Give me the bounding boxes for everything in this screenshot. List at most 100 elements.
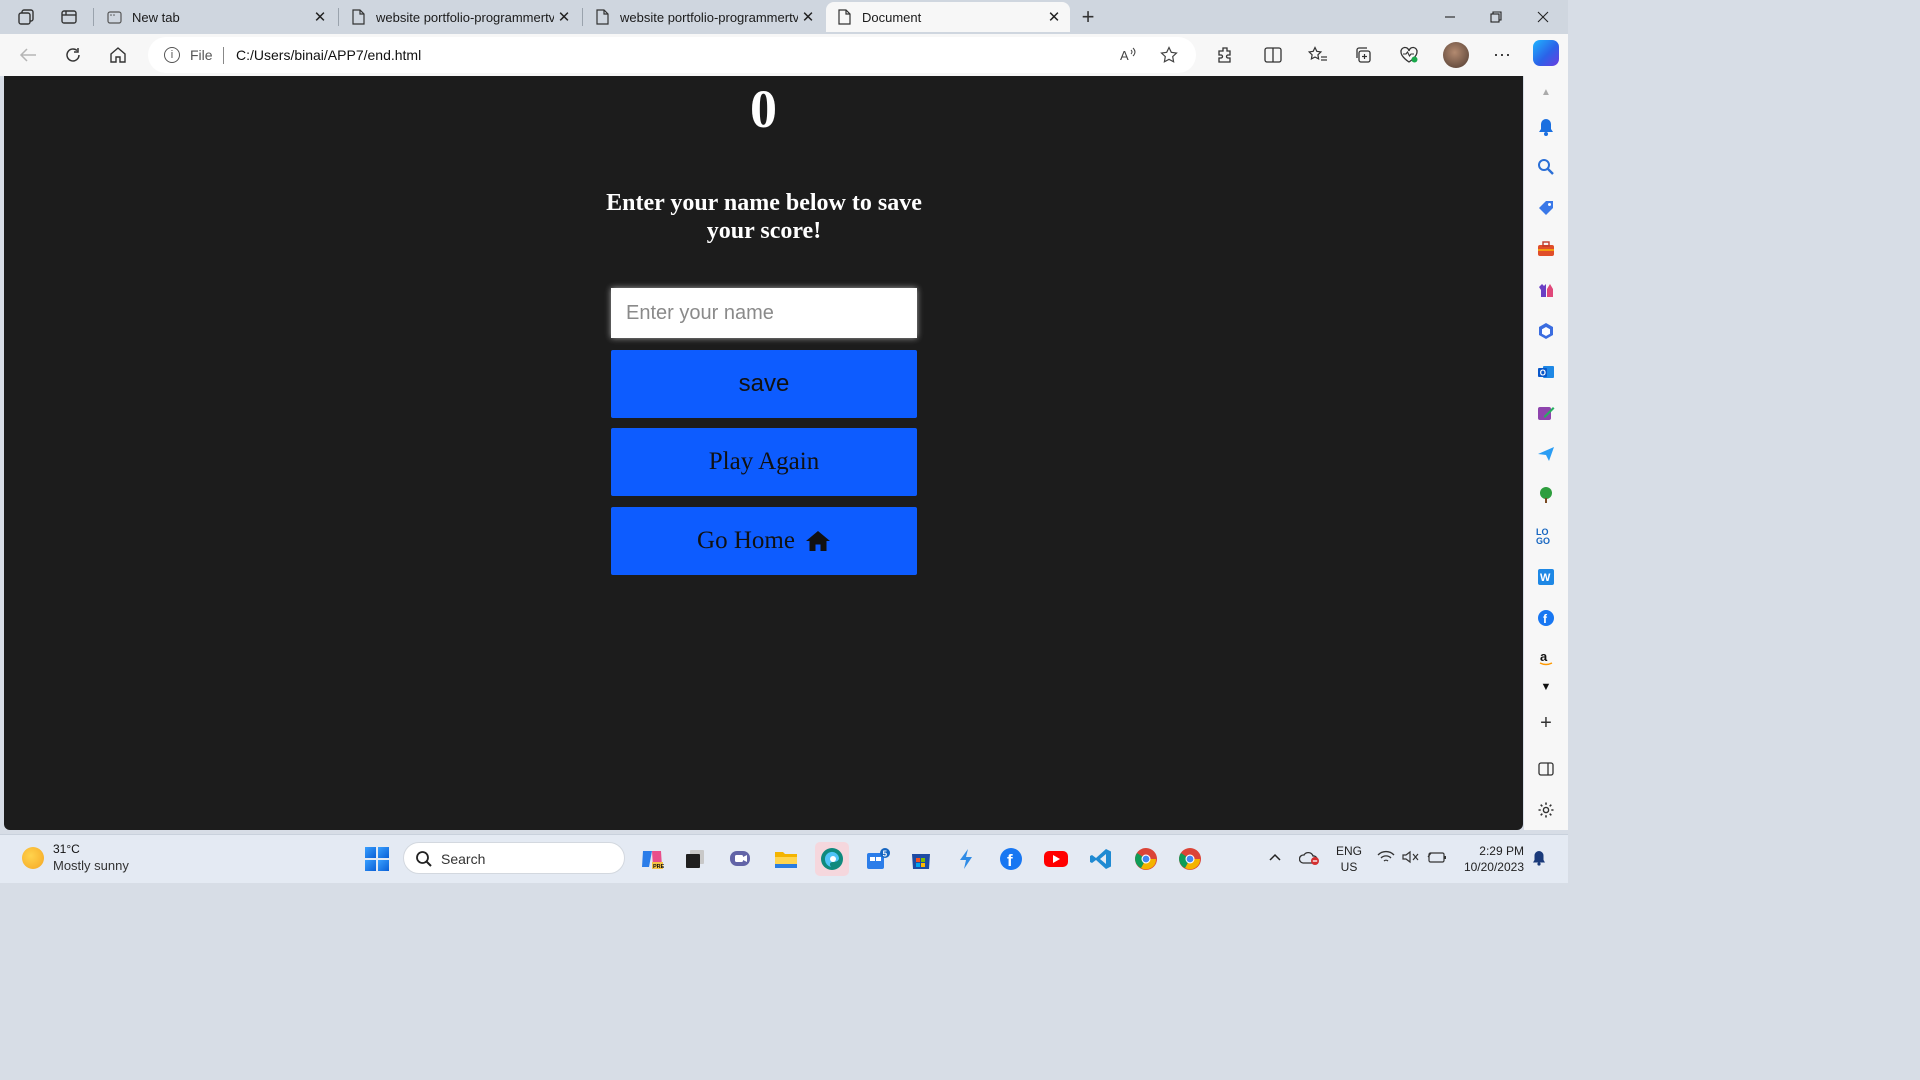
svg-text:PRE: PRE: [653, 864, 664, 870]
restore-button[interactable]: [1474, 4, 1518, 30]
search-icon[interactable]: [1536, 157, 1556, 177]
more-options-icon[interactable]: ⋯: [1489, 42, 1515, 68]
speaker-muted-icon[interactable]: [1402, 850, 1420, 867]
svg-text:O: O: [1540, 369, 1546, 378]
windows-start-icon[interactable]: [365, 847, 389, 871]
taskbar-search-box[interactable]: Search: [403, 842, 625, 874]
file-explorer-icon[interactable]: [772, 845, 800, 873]
refresh-button[interactable]: [60, 42, 86, 68]
hide-sidebar-icon[interactable]: [1536, 759, 1556, 779]
tab-portfolio-1[interactable]: website portfolio-programmertv ✕: [340, 2, 580, 32]
back-button[interactable]: [15, 42, 41, 68]
tab-portfolio-2[interactable]: website portfolio-programmertv ✕: [584, 2, 824, 32]
save-button-label: save: [738, 370, 790, 397]
designer-icon[interactable]: [1536, 403, 1556, 423]
tab-new-tab[interactable]: New tab ✕: [96, 2, 336, 32]
close-window-button[interactable]: [1521, 4, 1565, 30]
sidebar-more-chevron-icon[interactable]: ▼: [1536, 677, 1556, 697]
tab-title: New tab: [132, 9, 180, 25]
onedrive-sync-icon[interactable]: [1298, 850, 1321, 869]
copilot-preview-app-icon[interactable]: PRE: [638, 845, 666, 873]
add-sidebar-app-icon[interactable]: +: [1536, 712, 1556, 734]
minimize-button[interactable]: [1428, 4, 1472, 30]
battery-charging-icon[interactable]: [1427, 850, 1447, 867]
url-text[interactable]: C:/Users/binai/APP7/end.html: [236, 47, 421, 63]
weather-description[interactable]: Mostly sunny: [53, 858, 129, 873]
region-code: US: [1340, 860, 1358, 874]
site-info-icon[interactable]: i: [164, 47, 180, 63]
save-score-prompt: Enter your name below to save your score…: [606, 190, 922, 244]
split-screen-icon[interactable]: [1260, 42, 1286, 68]
collections-icon[interactable]: [1350, 42, 1376, 68]
close-tab-icon[interactable]: ✕: [310, 7, 330, 27]
language-indicator[interactable]: ENG US: [1336, 843, 1362, 875]
play-again-button[interactable]: Play Again: [611, 428, 917, 496]
home-button[interactable]: [105, 42, 131, 68]
svg-text:f: f: [1007, 851, 1013, 870]
tab-document[interactable]: Document ✕: [826, 2, 1070, 32]
amazon-icon[interactable]: a: [1536, 648, 1556, 668]
outlook-icon[interactable]: O: [1536, 362, 1556, 382]
sidebar-scroll-up-icon[interactable]: ▲: [1536, 82, 1556, 102]
send-paper-plane-icon[interactable]: [1536, 444, 1556, 464]
close-tab-icon[interactable]: ✕: [1044, 7, 1064, 27]
close-tab-icon[interactable]: ✕: [798, 7, 818, 27]
workspaces-icon[interactable]: [14, 5, 38, 29]
profile-avatar[interactable]: [1443, 42, 1469, 68]
browser-essentials-icon[interactable]: [1396, 42, 1422, 68]
go-home-button[interactable]: Go Home: [611, 507, 917, 575]
extensions-icon[interactable]: [1212, 42, 1238, 68]
games-icon[interactable]: [1536, 280, 1556, 300]
microsoft-store-icon[interactable]: 5: [864, 845, 892, 873]
tab-title: Document: [862, 9, 922, 25]
chrome-app-icon[interactable]: [1132, 845, 1160, 873]
weather-sun-icon[interactable]: [22, 847, 44, 869]
save-button[interactable]: save: [611, 350, 917, 418]
facebook-app-icon[interactable]: f: [997, 845, 1025, 873]
shopping-tag-icon[interactable]: [1536, 198, 1556, 218]
page-viewport: 0 Enter your name below to save your sco…: [4, 76, 1523, 830]
tools-briefcase-icon[interactable]: [1536, 239, 1556, 259]
address-separator: [223, 47, 224, 64]
windows-taskbar: 31°C Mostly sunny Search PRE 5 f ENG US …: [0, 834, 1568, 883]
weather-temperature[interactable]: 31°C: [53, 842, 80, 856]
read-aloud-icon[interactable]: A: [1119, 45, 1139, 65]
copilot-icon[interactable]: [1533, 40, 1559, 66]
youtube-app-icon[interactable]: [1042, 845, 1070, 873]
logo-app-icon[interactable]: LO GO: [1536, 526, 1556, 546]
tab-actions-icon[interactable]: [57, 5, 81, 29]
edge-browser-icon[interactable]: [815, 842, 849, 876]
settings-gear-icon[interactable]: [1536, 800, 1556, 820]
new-tab-button[interactable]: +: [1076, 4, 1100, 29]
powertoys-icon[interactable]: [952, 845, 980, 873]
address-bar[interactable]: i File C:/Users/binai/APP7/end.html A: [148, 37, 1196, 73]
system-clock[interactable]: 2:29 PM 10/20/2023: [1458, 843, 1524, 875]
username-input[interactable]: [611, 288, 917, 338]
language-code: ENG: [1336, 844, 1363, 858]
notification-bell-icon[interactable]: [1536, 117, 1556, 137]
notification-center-icon[interactable]: [1532, 850, 1546, 869]
clock-date: 10/20/2023: [1463, 860, 1524, 874]
word-icon[interactable]: W: [1536, 567, 1556, 587]
clock-time: 2:29 PM: [1479, 844, 1524, 858]
chrome-profile-app-icon[interactable]: [1176, 845, 1204, 873]
show-hidden-icons-chevron-icon[interactable]: [1268, 850, 1282, 865]
file-icon: [594, 9, 610, 25]
favorite-star-icon[interactable]: [1159, 45, 1179, 65]
close-tab-icon[interactable]: ✕: [554, 7, 574, 27]
teams-chat-icon[interactable]: [727, 845, 755, 873]
task-view-icon[interactable]: [681, 845, 709, 873]
store-bag-icon[interactable]: [907, 845, 935, 873]
play-again-label: Play Again: [708, 448, 820, 475]
favorites-icon[interactable]: [1305, 42, 1331, 68]
go-home-label: Go Home: [697, 527, 795, 554]
facebook-icon[interactable]: f: [1536, 608, 1556, 628]
file-icon: [836, 9, 852, 25]
vscode-app-icon[interactable]: [1087, 845, 1115, 873]
tree-icon[interactable]: [1536, 485, 1556, 505]
microsoft365-icon[interactable]: [1536, 321, 1556, 341]
house-icon: [805, 530, 831, 552]
tab-separator: [582, 8, 583, 26]
wifi-icon[interactable]: [1377, 850, 1395, 867]
svg-text:GO: GO: [1536, 536, 1550, 545]
